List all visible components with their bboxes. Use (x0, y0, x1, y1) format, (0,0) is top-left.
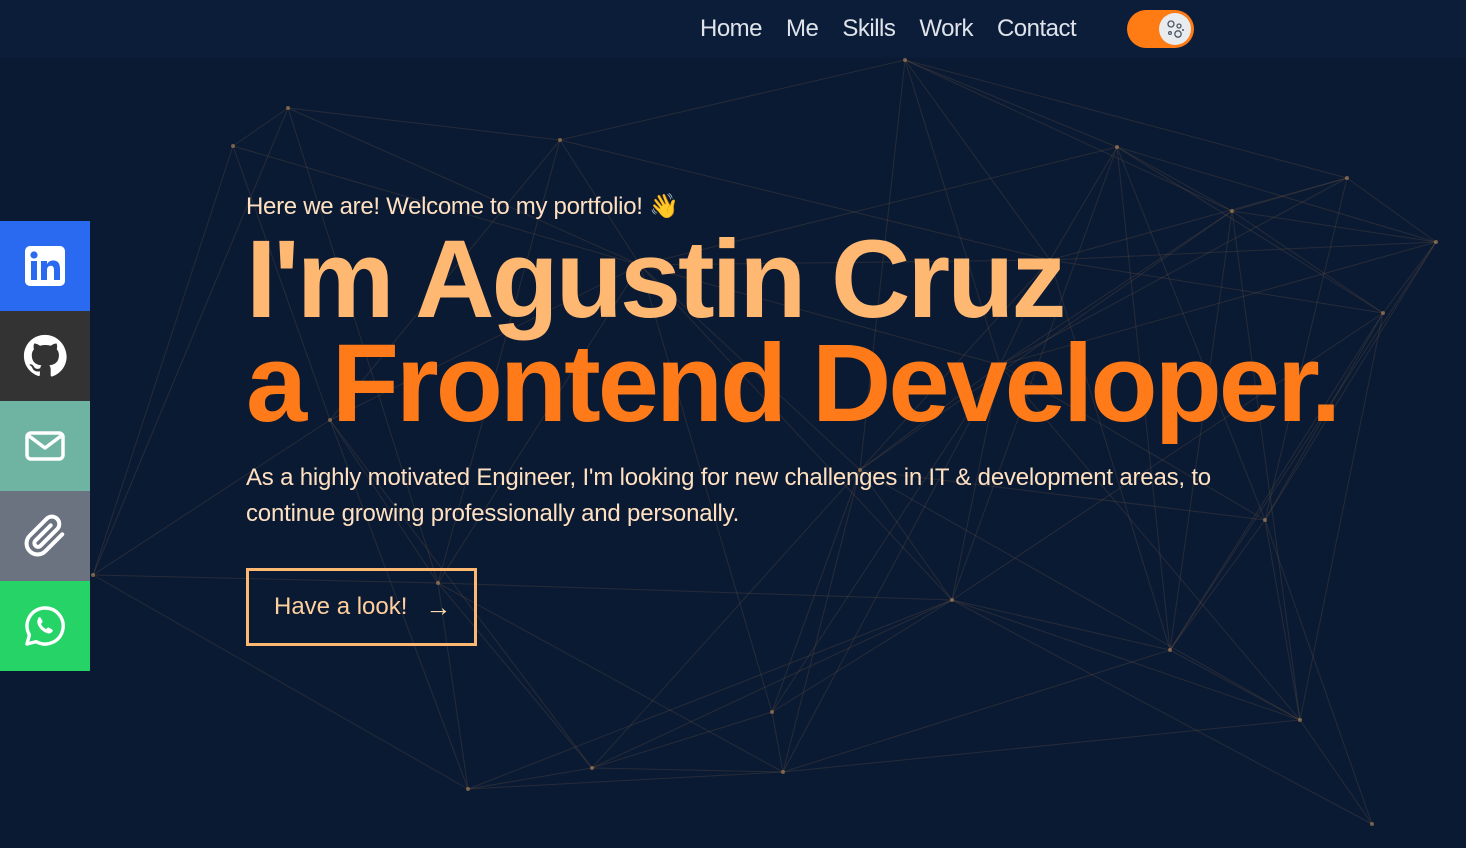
email-button[interactable] (0, 401, 90, 491)
network-line (771, 711, 784, 773)
theme-toggle-knob (1159, 13, 1191, 45)
network-line (1169, 649, 1301, 721)
network-line (92, 145, 234, 576)
network-line (1299, 719, 1373, 825)
whatsapp-button[interactable] (0, 581, 90, 671)
network-node (91, 573, 95, 577)
network-node (558, 138, 562, 142)
hero-name-heading: I'm Agustin Cruz (246, 218, 1066, 341)
have-a-look-button[interactable]: Have a look! → (246, 568, 477, 646)
social-sidebar (0, 221, 90, 671)
network-line (904, 59, 1348, 179)
hero-role-heading: a Frontend Developer. (246, 322, 1341, 445)
network-node (1434, 240, 1438, 244)
network-line (782, 719, 1301, 773)
network-line (782, 649, 1171, 773)
nav-work[interactable]: Work (919, 15, 973, 43)
page: Home Me Skills Work Contact Here we are!… (0, 0, 1466, 848)
network-node (286, 106, 290, 110)
network-node (466, 787, 470, 791)
hero-section: Here we are! Welcome to my portfolio! 👋 … (246, 190, 1396, 646)
network-node (903, 58, 907, 62)
moon-icon (1162, 16, 1188, 42)
nav-skills[interactable]: Skills (842, 15, 896, 43)
nav-contact[interactable]: Contact (997, 15, 1077, 43)
network-line (591, 767, 784, 773)
nav-me[interactable]: Me (786, 15, 819, 43)
cta-label: Have a look! (274, 593, 408, 620)
mail-icon (25, 431, 65, 461)
nav-home[interactable]: Home (700, 15, 763, 43)
network-node (1298, 718, 1302, 722)
linkedin-button[interactable] (0, 221, 90, 311)
network-line (591, 711, 773, 769)
network-node (231, 144, 235, 148)
network-node (1115, 145, 1119, 149)
network-line (559, 59, 906, 141)
network-node (1345, 176, 1349, 180)
network-node (770, 710, 774, 714)
resume-button[interactable] (0, 491, 90, 581)
network-node (1370, 822, 1374, 826)
network-node (590, 766, 594, 770)
arrow-right-icon: → (425, 591, 452, 622)
network-line (287, 107, 561, 141)
network-node (1168, 648, 1172, 652)
main-nav: Home Me Skills Work Contact (700, 0, 1100, 58)
whatsapp-icon (25, 606, 65, 646)
top-nav-bar: Home Me Skills Work Contact (0, 0, 1466, 58)
intro-paragraph: As a highly motivated Engineer, I'm look… (246, 464, 1211, 527)
github-button[interactable] (0, 311, 90, 401)
paperclip-icon (24, 514, 65, 557)
github-icon (23, 334, 67, 377)
theme-toggle[interactable] (1127, 10, 1194, 48)
network-node (781, 770, 785, 774)
linkedin-icon (25, 246, 65, 286)
